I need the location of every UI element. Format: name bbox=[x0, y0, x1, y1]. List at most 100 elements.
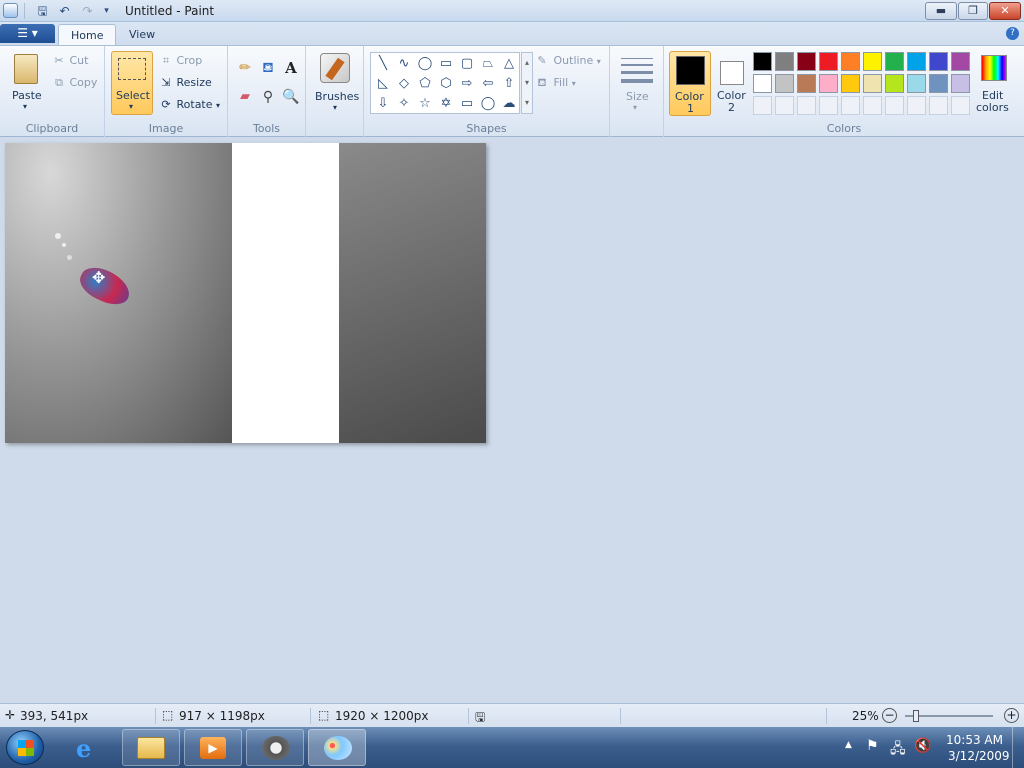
clock-time[interactable]: 10:53 AM bbox=[946, 733, 1003, 747]
drawing-canvas[interactable]: ✥ bbox=[5, 143, 486, 443]
paint-menu-button[interactable]: ☰ ▾ bbox=[0, 24, 55, 43]
custom-color-slot[interactable] bbox=[819, 96, 838, 115]
close-button[interactable]: ✕ bbox=[989, 2, 1021, 20]
color-swatch[interactable] bbox=[841, 52, 860, 71]
color-swatch[interactable] bbox=[929, 52, 948, 71]
color-swatch[interactable] bbox=[775, 74, 794, 93]
clock-date[interactable]: 3/12/2009 bbox=[948, 749, 1010, 763]
shape-item[interactable]: ⬠ bbox=[415, 74, 435, 93]
app-taskbar-button[interactable] bbox=[246, 729, 304, 766]
shape-item[interactable]: ◯ bbox=[415, 54, 435, 73]
shapes-scroll[interactable]: ▴ ▾ ▾ bbox=[521, 52, 533, 114]
shapes-gallery[interactable]: ╲ ∿ ◯ ▭ ▢ ⏢ △ ◺ ◇ ⬠ ⬡ ⇨ ⇦ ⇧ ⇩ ✧ ☆ ✡ ▭ ◯ ☁ bbox=[370, 52, 520, 114]
outline-button[interactable]: ✎ Outline ▾ bbox=[534, 54, 606, 70]
custom-color-slot[interactable] bbox=[775, 96, 794, 115]
color-swatch[interactable] bbox=[797, 74, 816, 93]
resize-button[interactable]: ⇲ Resize bbox=[159, 76, 223, 92]
color-swatch[interactable] bbox=[753, 52, 772, 71]
action-center-flag-icon[interactable]: ⚑ bbox=[866, 738, 879, 754]
custom-color-slot[interactable] bbox=[951, 96, 970, 115]
paint-app-icon[interactable] bbox=[3, 3, 18, 18]
size-button[interactable]: Size ▾ bbox=[618, 52, 656, 118]
shape-item[interactable]: ▢ bbox=[457, 54, 477, 73]
color-swatch[interactable] bbox=[929, 74, 948, 93]
custom-color-slot[interactable] bbox=[863, 96, 882, 115]
color-swatch[interactable] bbox=[951, 52, 970, 71]
shape-item[interactable]: ⇨ bbox=[457, 74, 477, 93]
gallery-expand-icon[interactable]: ▾ bbox=[522, 93, 532, 113]
shape-item[interactable]: ╲ bbox=[373, 54, 393, 73]
minimize-button[interactable]: ▬ bbox=[925, 2, 957, 20]
fill-button[interactable]: ⛾ Fill ▾ bbox=[534, 76, 606, 92]
edit-colors-button[interactable]: Edit colors bbox=[976, 51, 1011, 116]
save-icon[interactable]: 🖫 bbox=[34, 3, 51, 19]
shape-item[interactable]: ◺ bbox=[373, 74, 393, 93]
undo-icon[interactable]: ↶ bbox=[56, 3, 73, 19]
ie-taskbar-button[interactable]: e bbox=[62, 729, 118, 766]
pencil-icon[interactable]: ✏ bbox=[234, 60, 256, 80]
network-icon[interactable]: 🖧 bbox=[890, 738, 906, 762]
color-swatch[interactable] bbox=[907, 74, 926, 93]
color-swatch[interactable] bbox=[753, 74, 772, 93]
scroll-up-icon[interactable]: ▴ bbox=[522, 53, 532, 73]
crop-button[interactable]: ⌗ Crop bbox=[159, 54, 223, 70]
start-button[interactable] bbox=[6, 730, 44, 765]
select-button[interactable]: Select ▾ bbox=[111, 51, 153, 115]
custom-color-slot[interactable] bbox=[753, 96, 772, 115]
shape-item[interactable]: ⬡ bbox=[436, 74, 456, 93]
color-swatch[interactable] bbox=[907, 52, 926, 71]
shape-item[interactable]: ⏢ bbox=[478, 54, 498, 73]
text-tool-icon[interactable]: A bbox=[280, 59, 302, 79]
color-swatch[interactable] bbox=[863, 52, 882, 71]
tab-home[interactable]: Home bbox=[58, 24, 117, 46]
color-picker-icon[interactable]: ⚲ bbox=[257, 89, 279, 109]
volume-muted-icon[interactable]: 🔇 bbox=[914, 738, 931, 754]
color2-button[interactable]: Color 2 bbox=[714, 51, 750, 116]
shape-item[interactable]: ⇦ bbox=[478, 74, 498, 93]
shape-item[interactable]: ◇ bbox=[394, 74, 414, 93]
zoom-in-button[interactable]: + bbox=[1004, 708, 1019, 723]
fill-bucket-icon[interactable]: ⛾ bbox=[257, 60, 279, 80]
explorer-taskbar-button[interactable] bbox=[122, 729, 180, 766]
brushes-button[interactable]: Brushes ▾ bbox=[314, 50, 359, 116]
shape-item[interactable]: ☁ bbox=[499, 94, 519, 113]
custom-color-slot[interactable] bbox=[907, 96, 926, 115]
color-swatch[interactable] bbox=[775, 52, 794, 71]
paint-taskbar-button[interactable] bbox=[308, 729, 366, 766]
media-player-taskbar-button[interactable]: ▶ bbox=[184, 729, 242, 766]
color-swatch[interactable] bbox=[841, 74, 860, 93]
redo-icon[interactable]: ↷ bbox=[79, 3, 96, 19]
custom-color-slot[interactable] bbox=[929, 96, 948, 115]
show-hidden-icons[interactable]: ▲ bbox=[845, 740, 852, 750]
tab-view[interactable]: View bbox=[117, 24, 167, 46]
color-swatch[interactable] bbox=[951, 74, 970, 93]
shape-item[interactable]: ✧ bbox=[394, 94, 414, 113]
copy-button[interactable]: ⧉ Copy bbox=[52, 76, 102, 92]
scroll-down-icon[interactable]: ▾ bbox=[522, 73, 532, 93]
cut-button[interactable]: ✂ Cut bbox=[52, 54, 102, 70]
rotate-button[interactable]: ⟳ Rotate ▾ bbox=[159, 98, 227, 114]
custom-color-slot[interactable] bbox=[885, 96, 904, 115]
color-swatch[interactable] bbox=[819, 74, 838, 93]
paste-button[interactable]: Paste ▾ bbox=[8, 52, 44, 112]
maximize-button[interactable]: ❐ bbox=[958, 2, 988, 20]
color-swatch[interactable] bbox=[885, 74, 904, 93]
color-swatch[interactable] bbox=[819, 52, 838, 71]
custom-color-slot[interactable] bbox=[797, 96, 816, 115]
shape-item[interactable]: ◯ bbox=[478, 94, 498, 113]
shape-item[interactable]: △ bbox=[499, 54, 519, 73]
shape-item[interactable]: ▭ bbox=[457, 94, 477, 113]
zoom-out-button[interactable]: − bbox=[882, 708, 897, 723]
shape-item[interactable]: ⇧ bbox=[499, 74, 519, 93]
eraser-icon[interactable]: ▰ bbox=[234, 89, 256, 109]
color-swatch[interactable] bbox=[863, 74, 882, 93]
shape-item[interactable]: ▭ bbox=[436, 54, 456, 73]
shape-item[interactable]: ✡ bbox=[436, 94, 456, 113]
shape-item[interactable]: ∿ bbox=[394, 54, 414, 73]
color-swatch[interactable] bbox=[885, 52, 904, 71]
shape-item[interactable]: ⇩ bbox=[373, 94, 393, 113]
show-desktop-button[interactable] bbox=[1012, 727, 1024, 768]
custom-color-slot[interactable] bbox=[841, 96, 860, 115]
zoom-slider-thumb[interactable] bbox=[913, 710, 919, 722]
magnifier-icon[interactable]: 🔍 bbox=[280, 89, 302, 109]
